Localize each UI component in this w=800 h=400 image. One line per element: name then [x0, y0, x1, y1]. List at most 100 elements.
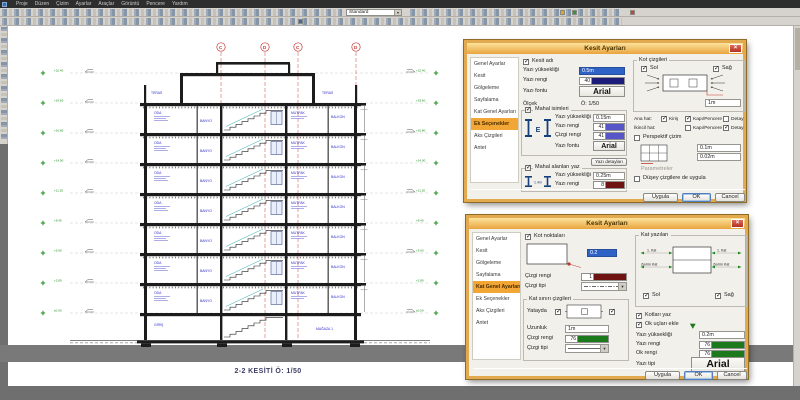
ok-uclari-checkbox[interactable] [636, 322, 642, 328]
green-tool-icon[interactable] [572, 10, 577, 15]
sidebar-item[interactable]: Aks Çizgileri [471, 130, 518, 142]
sidebar-item-selected[interactable]: Ek Seçenekler [471, 118, 518, 130]
sag-label: Sağ [724, 292, 734, 298]
line-type-dropdown[interactable]: ▼ [565, 344, 609, 353]
menu-item[interactable]: Pencere [146, 0, 165, 8]
cancel-button[interactable]: Cancel [715, 193, 745, 202]
detay-checkbox[interactable] [723, 125, 729, 131]
toolbar-icons[interactable] [2, 18, 622, 25]
close-icon[interactable]: × [731, 219, 744, 228]
dusey-checkbox[interactable] [634, 176, 640, 182]
sidebar-item[interactable]: Sayfalama [473, 269, 520, 281]
text-height-input[interactable]: 0.15m [593, 114, 625, 122]
menu-item[interactable]: Ayarlar [76, 0, 92, 8]
blue-tool-icon[interactable] [298, 19, 303, 24]
sidebar-item[interactable]: Kesit [471, 70, 518, 82]
sidebar-item[interactable]: Ek Seçenekler [473, 293, 520, 305]
toolbar-icons[interactable] [410, 9, 620, 16]
line-type-label: Çizgi tipi [527, 345, 548, 351]
ok-button[interactable]: OK [684, 371, 713, 380]
sidebar-item[interactable]: Antet [471, 142, 518, 154]
mahal-checkbox[interactable] [525, 107, 531, 113]
sidebar-item[interactable]: Antet [473, 317, 520, 329]
color-swatch[interactable] [606, 181, 625, 189]
red-tool-icon[interactable] [630, 10, 635, 15]
text-height-input[interactable]: 0.5m [579, 67, 625, 75]
kotlari-yaz-checkbox[interactable] [636, 313, 642, 319]
sag-checkbox[interactable] [713, 66, 719, 72]
font-button[interactable]: Arial [691, 357, 745, 372]
alan-checkbox[interactable] [525, 165, 531, 171]
highlight-tool-icon[interactable] [560, 10, 565, 15]
color-swatch[interactable] [712, 341, 745, 349]
chevron-down-icon[interactable]: ▼ [618, 283, 626, 290]
sidebar-item[interactable]: Gölgeleme [473, 257, 520, 269]
menu-item[interactable]: Görüntü [121, 0, 139, 8]
close-icon[interactable]: × [729, 44, 742, 53]
apply-button[interactable]: Uygula [643, 193, 678, 202]
font-button[interactable]: Arial [579, 86, 625, 97]
svg-text:+14.00: +14.00 [416, 159, 426, 163]
menu-item[interactable]: Çizim [56, 0, 69, 8]
line-color-picker[interactable]: 41 [593, 132, 625, 140]
sidebar-item[interactable]: Genel Ayarlar [473, 233, 520, 245]
kesit-adi-checkbox[interactable] [523, 59, 529, 65]
color-swatch[interactable] [594, 273, 627, 281]
chevron-down-icon[interactable]: ▾ [394, 10, 401, 15]
text-color-picker[interactable]: 8 [593, 181, 625, 189]
perspektif-checkbox[interactable] [634, 135, 640, 141]
sidebar-item[interactable]: Sayfalama [471, 94, 518, 106]
kot-noktalari-checkbox[interactable] [525, 234, 531, 240]
text-height-input[interactable]: 0.2m [699, 331, 745, 339]
uzunluk-input[interactable]: 1m [565, 325, 609, 333]
color-swatch[interactable] [592, 77, 625, 85]
yatayda-sol-checkbox[interactable] [555, 309, 561, 315]
detay-checkbox[interactable] [723, 116, 729, 122]
style-combo[interactable]: Standard ▾ [346, 9, 402, 16]
color-swatch[interactable] [606, 123, 625, 131]
sol-checkbox[interactable] [643, 293, 649, 299]
yatayda-sag-checkbox[interactable] [609, 309, 615, 315]
text-details-button[interactable]: Yazı detayları [591, 158, 627, 166]
line-color-picker[interactable]: 1 [581, 273, 627, 281]
perspektif-value-1[interactable]: 0.1m [697, 144, 741, 152]
sidebar-item[interactable]: Kat Genel Ayarları [471, 106, 518, 118]
kot-offset-input[interactable]: 1m [705, 99, 741, 107]
sol-checkbox[interactable] [641, 66, 647, 72]
room-label: TERAS [151, 91, 163, 95]
sidebar-item[interactable]: Kesit [473, 245, 520, 257]
vertical-scrollbar[interactable] [793, 26, 800, 386]
line-color-picker[interactable]: 76 [565, 335, 609, 343]
font-button[interactable]: Arial [593, 141, 625, 151]
cancel-button[interactable]: Cancel [717, 371, 747, 380]
line-type-dropdown[interactable]: ▼ [581, 282, 627, 291]
ok-button[interactable]: OK [682, 193, 711, 202]
color-swatch[interactable] [606, 132, 625, 140]
text-color-picker[interactable]: 41 [593, 123, 625, 131]
menu-item[interactable]: Araçlar [98, 0, 114, 8]
kapi-pencere-checkbox[interactable] [685, 125, 691, 131]
kapi-pencere-checkbox[interactable] [685, 116, 691, 122]
kiris-checkbox[interactable] [661, 116, 667, 122]
text-color-picker[interactable]: 40 [579, 77, 625, 85]
text-color-label: Yazı rengi [555, 181, 580, 187]
perspektif-value-2[interactable]: 0.02m [697, 153, 741, 161]
sidebar-item[interactable]: Aks Çizgileri [473, 305, 520, 317]
kot-noktalari-input[interactable]: 0.2 [587, 249, 617, 257]
toolbar-icons[interactable] [1, 27, 7, 139]
section-drawing[interactable]: ODA BANYO MUTFAK BALKON C D C D TERAS TE… [30, 28, 460, 358]
menu-item[interactable]: Düzen [35, 0, 49, 8]
toolbar-icons[interactable] [2, 9, 342, 16]
sag-checkbox[interactable] [715, 293, 721, 299]
menu-item[interactable]: Yardım [172, 0, 188, 8]
sidebar-item[interactable]: Genel Ayarlar [471, 58, 518, 70]
text-color-picker[interactable]: 76 [699, 341, 745, 349]
text-height-input[interactable]: 0.25m [593, 172, 625, 180]
apply-button[interactable]: Uygula [645, 371, 680, 380]
sidebar-item-selected[interactable]: Kat Genel Ayarları [473, 281, 520, 293]
chevron-down-icon[interactable]: ▼ [600, 345, 608, 352]
color-swatch[interactable] [578, 335, 609, 343]
scrollbar-thumb[interactable] [795, 28, 800, 70]
sidebar-item[interactable]: Gölgeleme [471, 82, 518, 94]
menu-item[interactable]: Proje [16, 0, 28, 8]
